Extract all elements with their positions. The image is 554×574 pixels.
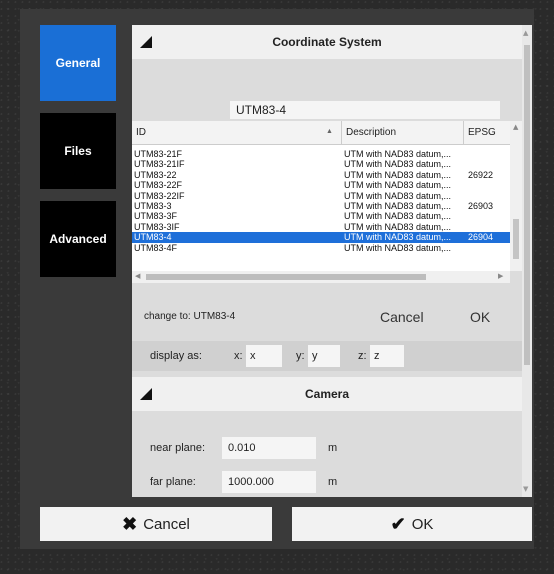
coordinate-system-header[interactable]: Coordinate System [132,25,522,59]
table-row[interactable]: UTM83-22IF UTM with NAD83 datum,... [132,191,510,201]
table-row[interactable]: UTM83-3F UTM with NAD83 datum,... [132,211,510,221]
cell-description: UTM with NAD83 datum,... [344,211,452,222]
scroll-right-icon[interactable]: ▶ [498,272,503,280]
table-row[interactable]: UTM83-22F UTM with NAD83 datum,... [132,180,510,190]
table-row[interactable]: UTM83-21IF UTM with NAD83 datum,... [132,159,510,169]
camera-header[interactable]: Camera [132,377,522,411]
cell-id: UTM83-21F [134,149,183,159]
table-vertical-scrollbar[interactable]: ▲ [510,121,522,271]
scrollbar-thumb[interactable] [146,274,426,280]
y-label: y: [296,350,305,362]
cell-description: UTM with NAD83 datum,... [344,149,452,159]
cell-id: UTM83-22IF [134,190,185,201]
panel-vertical-scrollbar[interactable]: ▲ ▼ [522,25,532,497]
cell-epsg: 26903 [468,200,494,211]
coordinate-system-table: ID ▲ Description EPSG UTM83-21F UTM with … [132,121,510,271]
coordinate-system-search-input[interactable] [230,101,500,119]
cell-description: UTM with NAD83 datum,... [344,221,452,232]
column-header-id[interactable]: ID [132,121,342,145]
cell-description: UTM with NAD83 datum,... [344,200,452,211]
scroll-left-icon[interactable]: ◀ [135,272,140,280]
y-axis-input[interactable] [308,345,340,367]
cell-id: UTM83-22F [134,180,183,191]
sidebar-item-general[interactable]: General [40,25,116,101]
scrollbar-thumb[interactable] [513,219,519,259]
x-icon: ✖ [122,513,138,534]
ok-button-label: OK [411,515,434,533]
coordinate-system-title: Coordinate System [272,35,382,49]
cell-id: UTM83-21IF [134,159,185,170]
z-label: z: [358,350,367,362]
cell-id: UTM83-4F [134,242,178,253]
cell-id: UTM83-3F [134,211,178,222]
table-row[interactable]: UTM83-3IF UTM with NAD83 datum,... [132,222,510,232]
x-label: x: [234,350,243,362]
cell-id: UTM83-3IF [134,221,180,232]
column-header-description[interactable]: Description [342,121,464,145]
near-plane-label: near plane: [150,442,206,454]
scrollbar-thumb[interactable] [524,45,530,365]
scroll-up-icon[interactable]: ▲ [523,29,528,37]
cell-epsg: 26904 [468,232,494,243]
x-axis-input[interactable] [246,345,282,367]
ok-button[interactable]: ✔ OK [292,507,532,541]
z-axis-input[interactable] [370,345,404,367]
coordinate-ok-button[interactable]: OK [470,309,490,325]
settings-dialog: General Files Advanced Coordinate System… [20,9,534,549]
cell-description: UTM with NAD83 datum,... [344,190,452,201]
cell-id: UTM83-22 [134,169,177,180]
coordinate-cancel-button[interactable]: Cancel [380,309,424,325]
cell-id: UTM83-4 [134,232,172,243]
table-rows: UTM83-21F UTM with NAD83 datum,... UTM83-2… [132,149,510,253]
sort-ascending-icon: ▲ [326,128,333,135]
table-header: ID ▲ Description EPSG [132,121,510,145]
cell-description: UTM with NAD83 datum,... [344,159,452,170]
cell-description: UTM with NAD83 datum,... [344,180,452,191]
cell-id: UTM83-3 [134,200,172,211]
far-plane-label: far plane: [150,476,196,488]
column-header-epsg[interactable]: EPSG [464,121,510,145]
cell-description: UTM with NAD83 datum,... [344,242,452,253]
near-plane-input[interactable] [222,437,316,459]
near-plane-unit: m [328,442,338,454]
settings-content-panel: Coordinate System ID ▲ Description EPSG … [132,25,522,497]
cell-description: UTM with NAD83 datum,... [344,169,452,180]
cancel-button-label: Cancel [143,515,190,533]
cell-epsg: 26922 [468,169,494,180]
collapse-triangle-icon[interactable] [140,36,152,48]
scroll-down-icon[interactable]: ▼ [523,485,528,493]
collapse-triangle-icon[interactable] [140,388,152,400]
table-row[interactable]: UTM83-21F UTM with NAD83 datum,... [132,149,510,159]
change-to-label: change to: UTM83-4 [144,311,236,322]
cancel-button[interactable]: ✖ Cancel [40,507,272,541]
cell-description: UTM with NAD83 datum,... [344,232,452,243]
scroll-up-icon[interactable]: ▲ [513,123,518,131]
sidebar-item-advanced[interactable]: Advanced [40,201,116,277]
table-row[interactable]: UTM83-4 UTM with NAD83 datum,... 26904 [132,232,510,243]
check-icon: ✔ [390,513,406,534]
display-as-row: display as: x: y: z: [132,341,522,371]
far-plane-unit: m [328,476,338,488]
table-row[interactable]: UTM83-22 UTM with NAD83 datum,... 26922 [132,170,510,180]
table-horizontal-scrollbar[interactable]: ◀ ▶ [132,271,510,283]
display-as-label: display as: [150,350,202,362]
table-row[interactable]: UTM83-4F UTM with NAD83 datum,... [132,243,510,253]
sidebar-item-files[interactable]: Files [40,113,116,189]
camera-title: Camera [304,387,350,401]
far-plane-input[interactable] [222,471,316,493]
table-row[interactable]: UTM83-3 UTM with NAD83 datum,... 26903 [132,201,510,211]
